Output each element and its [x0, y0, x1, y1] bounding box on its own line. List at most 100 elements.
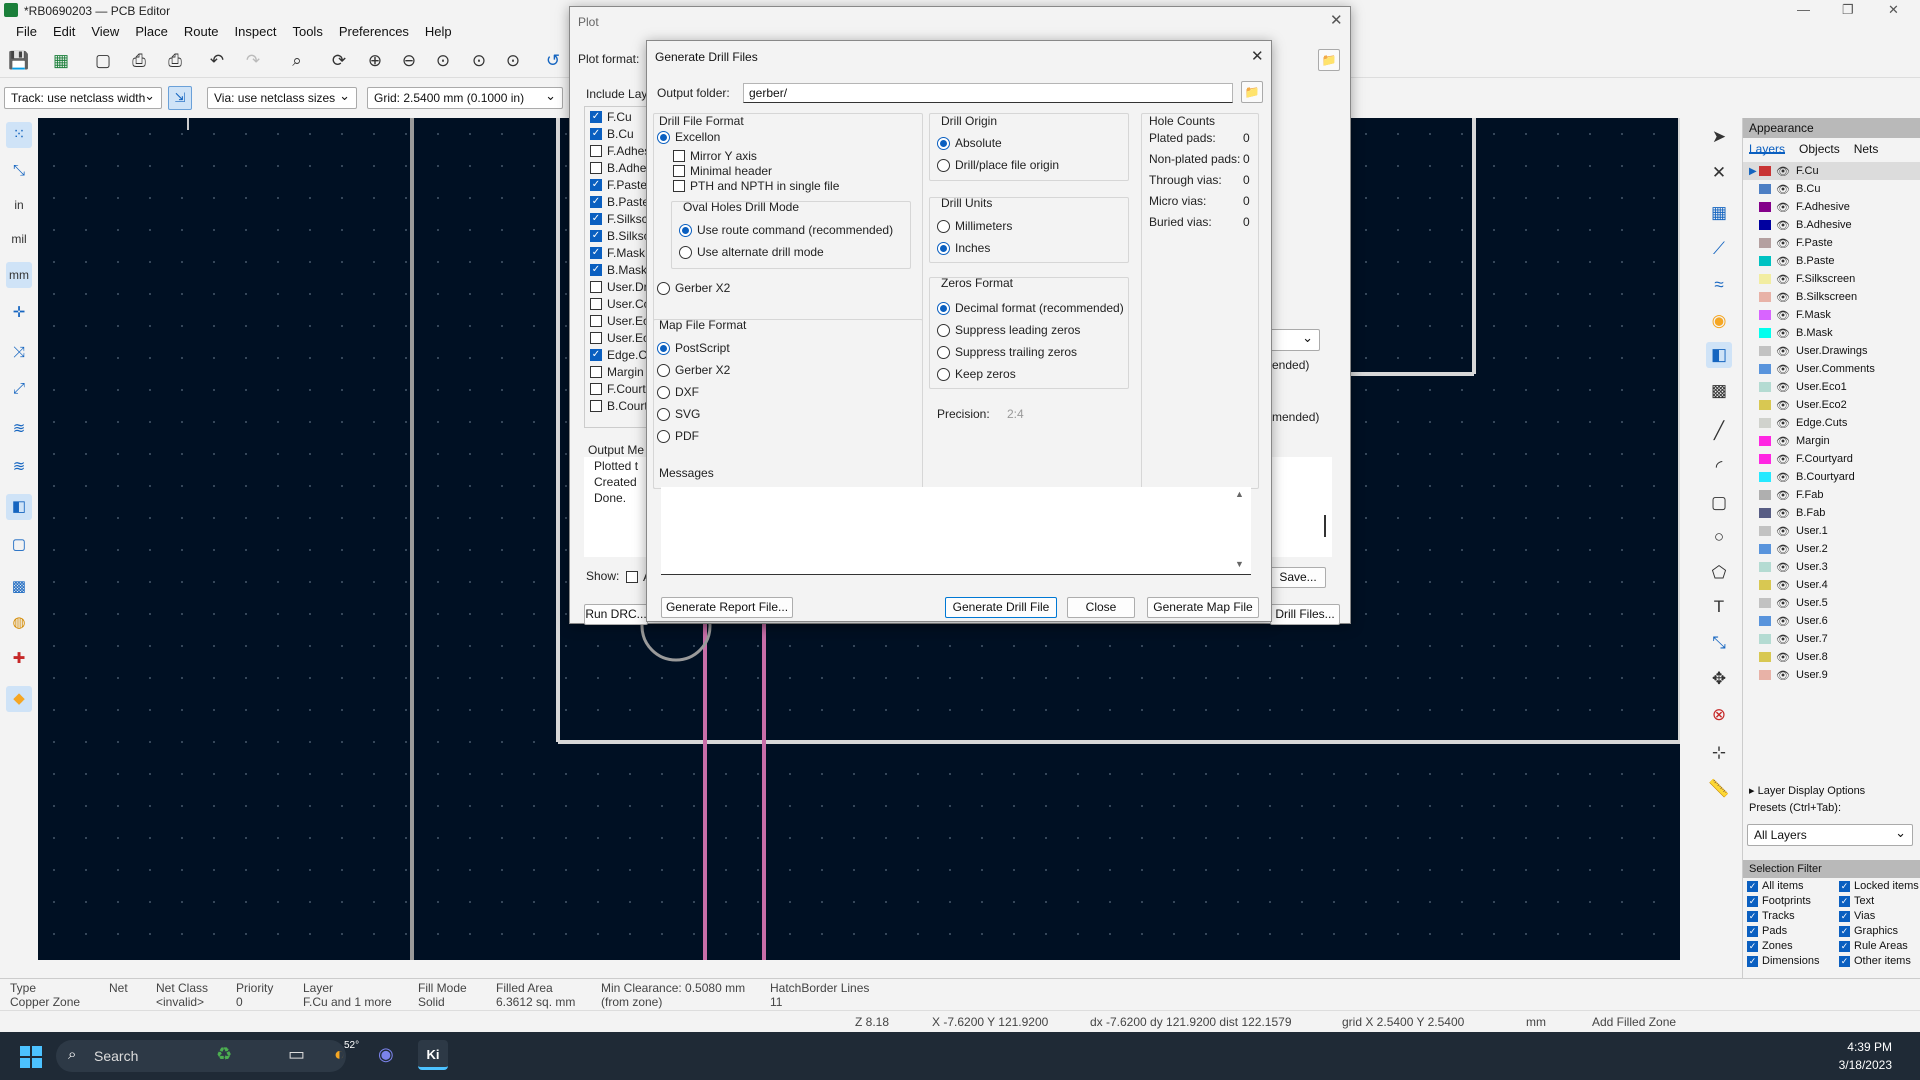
board-setup-icon[interactable]: ▦ [50, 50, 72, 72]
layer-color-swatch[interactable] [1759, 598, 1771, 608]
absolute-origin-radio[interactable]: Absolute [937, 136, 1002, 150]
eye-icon[interactable]: 👁 [1776, 579, 1790, 592]
layer-color-swatch[interactable] [1759, 274, 1771, 284]
rotate-icon[interactable]: ↺ [542, 50, 564, 72]
layer-color-swatch[interactable] [1759, 616, 1771, 626]
local-ratsnest-icon[interactable]: ✕ [1706, 160, 1732, 186]
run-drc-button[interactable]: Run DRC... [584, 604, 648, 625]
layer-color-swatch[interactable] [1759, 472, 1771, 482]
layer-row[interactable]: 👁 User.2 [1743, 540, 1920, 558]
selection-filter-checkbox[interactable]: ✓ Tracks [1747, 910, 1795, 922]
draw-arc-icon[interactable]: ◜ [1706, 454, 1732, 480]
layer-row[interactable]: 👁 User.Eco2 [1743, 396, 1920, 414]
menu-place[interactable]: Place [127, 22, 176, 42]
layer-color-swatch[interactable] [1759, 310, 1771, 320]
layer-color-swatch[interactable] [1759, 382, 1771, 392]
eye-icon[interactable]: 👁 [1776, 237, 1790, 250]
eye-icon[interactable]: 👁 [1776, 489, 1790, 502]
map-format-radio[interactable]: DXF [657, 385, 699, 399]
messages-scroll-down-icon[interactable]: ▼ [1235, 559, 1244, 569]
highlight-net-icon[interactable]: ◍ [6, 610, 32, 636]
menu-edit[interactable]: Edit [45, 22, 83, 42]
zeros-format-radio[interactable]: Suppress leading zeros [937, 323, 1080, 337]
output-folder-input[interactable]: gerber/ [743, 83, 1233, 103]
redo-icon[interactable]: ↷ [242, 50, 264, 72]
selection-filter-checkbox[interactable]: ✓ Dimensions [1747, 955, 1819, 967]
selection-filter-checkbox[interactable]: ✓ Pads [1747, 925, 1787, 937]
layer-color-swatch[interactable] [1759, 328, 1771, 338]
selection-filter-checkbox[interactable]: ✓ Text [1839, 895, 1874, 907]
menu-file[interactable]: File [8, 22, 45, 42]
eye-icon[interactable]: 👁 [1776, 633, 1790, 646]
layer-row[interactable]: 👁 User.9 [1743, 666, 1920, 684]
kicad-taskbar-icon[interactable]: Ki [418, 1040, 448, 1070]
layer-row[interactable]: 👁 B.Paste [1743, 252, 1920, 270]
layer-color-swatch[interactable] [1759, 454, 1771, 464]
measure-icon[interactable]: 📏 [1706, 776, 1732, 802]
plot-right-select[interactable] [1270, 329, 1320, 351]
add-dimension-icon[interactable]: ⤡ [1706, 630, 1732, 656]
menu-tools[interactable]: Tools [284, 22, 330, 42]
ratsnest-icon[interactable]: ⤡ [6, 158, 32, 184]
layer-row[interactable]: 👁 B.Silkscreen [1743, 288, 1920, 306]
track-display-icon[interactable]: ▩ [6, 574, 32, 600]
via-size-select[interactable]: Via: use netclass sizes [207, 87, 357, 109]
draw-rectangle-icon[interactable]: ▢ [1706, 490, 1732, 516]
layer-color-swatch[interactable] [1759, 292, 1771, 302]
generate-map-file-button[interactable]: Generate Map File [1147, 597, 1259, 618]
alternate-drill-radio[interactable]: Use alternate drill mode [679, 245, 824, 259]
layer-row[interactable]: 👁 User.1 [1743, 522, 1920, 540]
layer-row[interactable]: 👁 F.Paste [1743, 234, 1920, 252]
menu-view[interactable]: View [83, 22, 127, 42]
layer-row[interactable]: 👁 B.Adhesive [1743, 216, 1920, 234]
print-icon[interactable]: ⎙ [128, 50, 150, 72]
zoom-in-icon[interactable]: ⊕ [364, 50, 386, 72]
zoom-fit-icon[interactable]: ⊙ [432, 50, 454, 72]
close-window-icon[interactable]: ✕ [1888, 2, 1899, 18]
selection-filter-checkbox[interactable]: ✓ All items [1747, 880, 1804, 892]
selection-filter-checkbox[interactable]: ✓ Zones [1747, 940, 1793, 952]
layer-display-options[interactable]: ▸ Layer Display Options [1749, 784, 1865, 797]
eye-icon[interactable]: 👁 [1776, 345, 1790, 358]
add-footprint-icon[interactable]: ▦ [1706, 200, 1732, 226]
place-anchor-icon[interactable]: ✥ [1706, 666, 1732, 692]
layer-color-swatch[interactable] [1759, 436, 1771, 446]
layer-row[interactable]: 👁 B.Courtyard [1743, 468, 1920, 486]
menu-inspect[interactable]: Inspect [227, 22, 285, 42]
layer-row[interactable]: 👁 User.7 [1743, 630, 1920, 648]
inches-radio[interactable]: Inches [937, 241, 990, 255]
layer-color-swatch[interactable] [1759, 508, 1771, 518]
select-icon[interactable]: ➤ [1706, 124, 1732, 150]
eye-icon[interactable]: 👁 [1776, 273, 1790, 286]
eye-icon[interactable]: 👁 [1776, 561, 1790, 574]
track-width-select[interactable]: Track: use netclass width [4, 87, 162, 109]
eye-icon[interactable]: 👁 [1776, 363, 1790, 376]
eye-icon[interactable]: 👁 [1776, 219, 1790, 232]
map-format-radio[interactable]: PostScript [657, 341, 730, 355]
zoom-selection-icon[interactable]: ⊙ [502, 50, 524, 72]
layer-color-swatch[interactable] [1759, 166, 1771, 176]
add-via-icon[interactable]: ◉ [1706, 308, 1732, 334]
zeros-format-radio[interactable]: Decimal format (recommended) [937, 301, 1124, 315]
menu-help[interactable]: Help [417, 22, 460, 42]
grid-toggle-icon[interactable]: ⁙ [6, 122, 32, 148]
layer-color-swatch[interactable] [1759, 490, 1771, 500]
save-button[interactable]: Save... [1270, 567, 1326, 588]
layer-color-swatch[interactable] [1759, 400, 1771, 410]
zone-outline-icon[interactable]: ≋ [6, 454, 32, 480]
messages-scroll-up-icon[interactable]: ▲ [1235, 489, 1244, 499]
eye-icon[interactable]: 👁 [1776, 309, 1790, 322]
flip-view-icon[interactable]: ✚ [6, 646, 32, 672]
zone-display-icon[interactable]: ≋ [6, 416, 32, 442]
layer-row[interactable]: 👁 Edge.Cuts [1743, 414, 1920, 432]
layer-color-swatch[interactable] [1759, 544, 1771, 554]
layer-row[interactable]: 👁 F.Mask [1743, 306, 1920, 324]
eye-icon[interactable]: 👁 [1776, 525, 1790, 538]
layer-row[interactable]: 👁 B.Fab [1743, 504, 1920, 522]
tab-objects[interactable]: Objects [1799, 142, 1840, 156]
eye-icon[interactable]: 👁 [1776, 543, 1790, 556]
selection-filter-checkbox[interactable]: ✓ Graphics [1839, 925, 1898, 937]
layer-row[interactable]: 👁 F.Fab [1743, 486, 1920, 504]
undo-icon[interactable]: ↶ [206, 50, 228, 72]
pth-npth-checkbox[interactable]: PTH and NPTH in single file [673, 179, 839, 193]
